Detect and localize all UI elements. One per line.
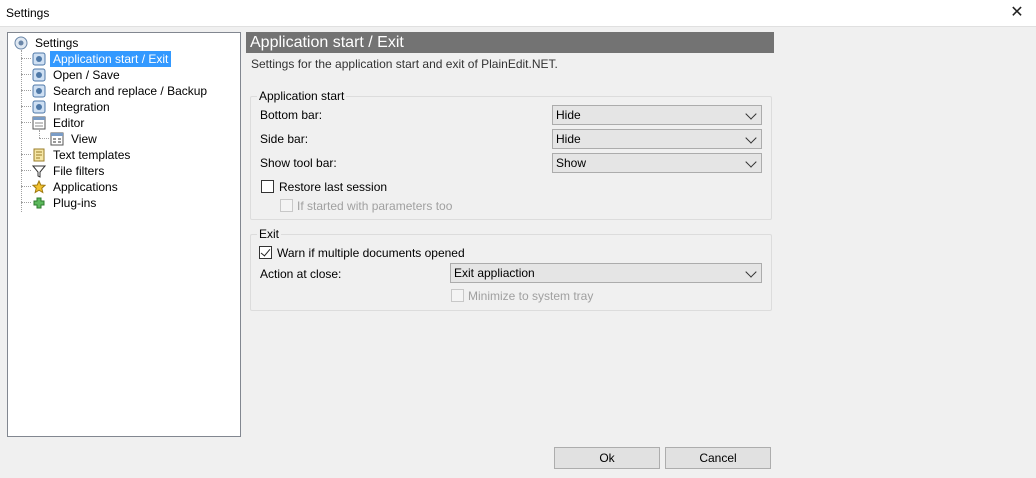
tree-line xyxy=(21,186,31,187)
window-title: Settings xyxy=(6,6,50,20)
chevron-down-icon xyxy=(745,108,757,120)
tree-item-label: File filters xyxy=(53,164,105,178)
side-bar-label: Side bar: xyxy=(260,132,309,146)
tree-line xyxy=(21,122,31,123)
select-value: Hide xyxy=(556,132,581,146)
action-at-close-label: Action at close: xyxy=(260,267,342,281)
settings-page-icon xyxy=(32,84,46,98)
tree-line xyxy=(21,202,31,203)
warn-multiple-label[interactable]: Warn if multiple documents opened xyxy=(277,246,465,260)
tool-bar-label: Show tool bar: xyxy=(260,156,337,170)
tree-item-label: Integration xyxy=(53,100,110,114)
tree-line xyxy=(21,154,31,155)
tree-line xyxy=(39,138,49,139)
tree-item-label: Application start / Exit xyxy=(50,51,172,67)
tree-line xyxy=(21,90,31,91)
editor-icon xyxy=(32,116,46,130)
params-label: If started with parameters too xyxy=(297,199,453,213)
bottom-bar-label: Bottom bar: xyxy=(260,108,323,122)
minimize-tray-label: Minimize to system tray xyxy=(468,289,594,303)
cancel-button[interactable]: Cancel xyxy=(665,447,771,469)
settings-tree[interactable]: Settings Application start / Exit Open /… xyxy=(7,32,241,437)
select-value: Show xyxy=(556,156,587,170)
template-icon xyxy=(32,148,46,162)
page-title: Application start / Exit xyxy=(246,32,774,53)
tree-item-label: View xyxy=(71,132,97,146)
tree-item-label: Search and replace / Backup xyxy=(53,84,208,98)
tree-line xyxy=(21,106,31,107)
settings-page-icon xyxy=(32,100,46,114)
tree-line xyxy=(21,170,31,171)
chevron-down-icon xyxy=(745,156,757,168)
tree-root-label: Settings xyxy=(35,36,79,50)
tool-bar-select[interactable]: Show xyxy=(552,153,762,173)
tree-line xyxy=(21,74,31,75)
plugin-icon xyxy=(32,196,46,210)
chevron-down-icon xyxy=(745,266,757,278)
tree-item-label: Editor xyxy=(53,116,85,130)
action-at-close-select[interactable]: Exit appliaction xyxy=(450,263,762,283)
restore-session-label[interactable]: Restore last session xyxy=(279,180,387,194)
view-icon xyxy=(50,132,64,146)
settings-gear-icon xyxy=(14,36,28,50)
settings-page-icon xyxy=(32,52,46,66)
group-title: Application start xyxy=(257,89,347,103)
tree-line xyxy=(21,58,31,59)
params-checkbox xyxy=(280,199,293,212)
title-bar: Settings ✕ xyxy=(0,0,1036,27)
tree-item-label: Open / Save xyxy=(53,68,120,82)
side-bar-select[interactable]: Hide xyxy=(552,129,762,149)
ok-button[interactable]: Ok xyxy=(554,447,660,469)
group-title: Exit xyxy=(257,227,282,241)
close-icon[interactable]: ✕ xyxy=(1006,3,1028,23)
select-value: Exit appliaction xyxy=(454,266,535,280)
warn-multiple-checkbox[interactable] xyxy=(259,246,272,259)
chevron-down-icon xyxy=(745,132,757,144)
tree-line xyxy=(39,130,40,138)
page-subtitle: Settings for the application start and e… xyxy=(251,57,558,71)
filter-icon xyxy=(31,164,47,178)
settings-page-icon xyxy=(32,68,46,82)
select-value: Hide xyxy=(556,108,581,122)
restore-session-checkbox[interactable] xyxy=(261,180,274,193)
applications-icon xyxy=(31,179,47,194)
minimize-tray-checkbox xyxy=(451,289,464,302)
tree-item-label: Applications xyxy=(53,180,118,194)
tree-item-label: Plug-ins xyxy=(53,196,97,210)
tree-item-label: Text templates xyxy=(53,148,131,162)
bottom-bar-select[interactable]: Hide xyxy=(552,105,762,125)
